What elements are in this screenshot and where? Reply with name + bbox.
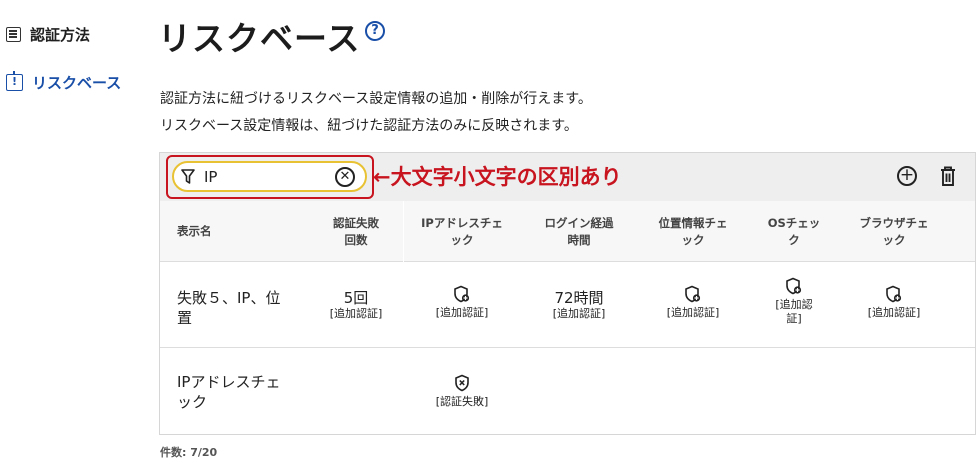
add-circle-icon[interactable]: + xyxy=(897,166,917,186)
sidebar-item-risk-based[interactable]: リスクベース xyxy=(6,71,122,93)
description-line: 認証方法に紐づけるリスクベース設定情報の追加・削除が行えます。 xyxy=(160,91,592,107)
filter-highlight-box: ✕ xyxy=(166,155,374,199)
shield-plus-icon xyxy=(786,277,802,295)
elapsed-time-cell: 72時間 [追加認証] xyxy=(552,289,606,320)
col-header-name[interactable]: 表示名 xyxy=(177,223,212,240)
fail-count-cell: 5回 [追加認証] xyxy=(329,289,383,320)
ip-check-cell: [追加認証] xyxy=(412,285,512,320)
description-line: リスクベース設定情報は、紐づけた認証方法のみに反映されます。 xyxy=(160,118,578,134)
col-header-ip-check[interactable]: IPアドレスチェ ック xyxy=(412,215,512,249)
filter-input[interactable] xyxy=(204,167,324,187)
header-divider xyxy=(403,201,404,262)
table-row[interactable]: IPアドレスチェ ック [認証失敗] xyxy=(160,348,975,435)
table-row[interactable]: 失敗５、IP、位置 5回 [追加認証] [追加認証] 72時間 [追加認証] [… xyxy=(160,262,975,348)
record-count: 件数: 7/20 xyxy=(160,446,218,459)
row-name: 失敗５、IP、位置 xyxy=(177,289,281,327)
sidebar-item-label: リスクベース xyxy=(32,74,122,92)
trash-icon[interactable] xyxy=(939,165,957,187)
col-header-elapsed-time[interactable]: ログイン経過 時間 xyxy=(529,215,629,249)
filter-field[interactable]: ✕ xyxy=(172,161,367,192)
case-sensitive-annotation: ←大文字小文字の区別あり xyxy=(373,165,622,189)
table-toolbar: ✕ ←大文字小文字の区別あり + xyxy=(160,153,975,201)
browser-check-cell: [追加認証] xyxy=(844,285,944,320)
col-header-location-check[interactable]: 位置情報チェ ック xyxy=(643,215,743,249)
row-name: IPアドレスチェ ック xyxy=(177,373,281,411)
page-title: リスクベース xyxy=(158,19,361,58)
clear-circle-icon[interactable]: ✕ xyxy=(335,167,355,187)
table-header-row: 表示名 認証失敗 回数 IPアドレスチェ ック ログイン経過 時間 位置情報チェ ック … xyxy=(160,201,975,262)
shield-plus-icon xyxy=(886,285,902,303)
ip-check-cell: [認証失敗] xyxy=(412,374,512,409)
location-check-cell: [追加認証] xyxy=(643,285,743,320)
list-icon xyxy=(6,27,21,42)
shield-x-icon xyxy=(455,374,469,392)
os-check-cell: [追加認 証] xyxy=(754,277,834,326)
alert-box-icon xyxy=(6,71,23,91)
col-header-os-check[interactable]: OSチェック xyxy=(754,215,834,249)
filter-icon xyxy=(181,169,195,184)
shield-plus-icon xyxy=(685,285,701,303)
risk-based-table: ✕ ←大文字小文字の区別あり + 表示名 認証失敗回数 IPアドレスチェック ロ… xyxy=(159,152,976,435)
sidebar-item-auth-methods[interactable]: 認証方法 xyxy=(6,24,90,45)
col-header-browser-check[interactable]: ブラウザチェ ック xyxy=(844,215,944,249)
col-header-fail-count[interactable]: 認証失敗 回数 xyxy=(316,215,396,249)
sidebar-item-label: 認証方法 xyxy=(30,26,91,44)
help-circle-icon[interactable]: ? xyxy=(365,21,385,41)
shield-plus-icon xyxy=(454,285,470,303)
